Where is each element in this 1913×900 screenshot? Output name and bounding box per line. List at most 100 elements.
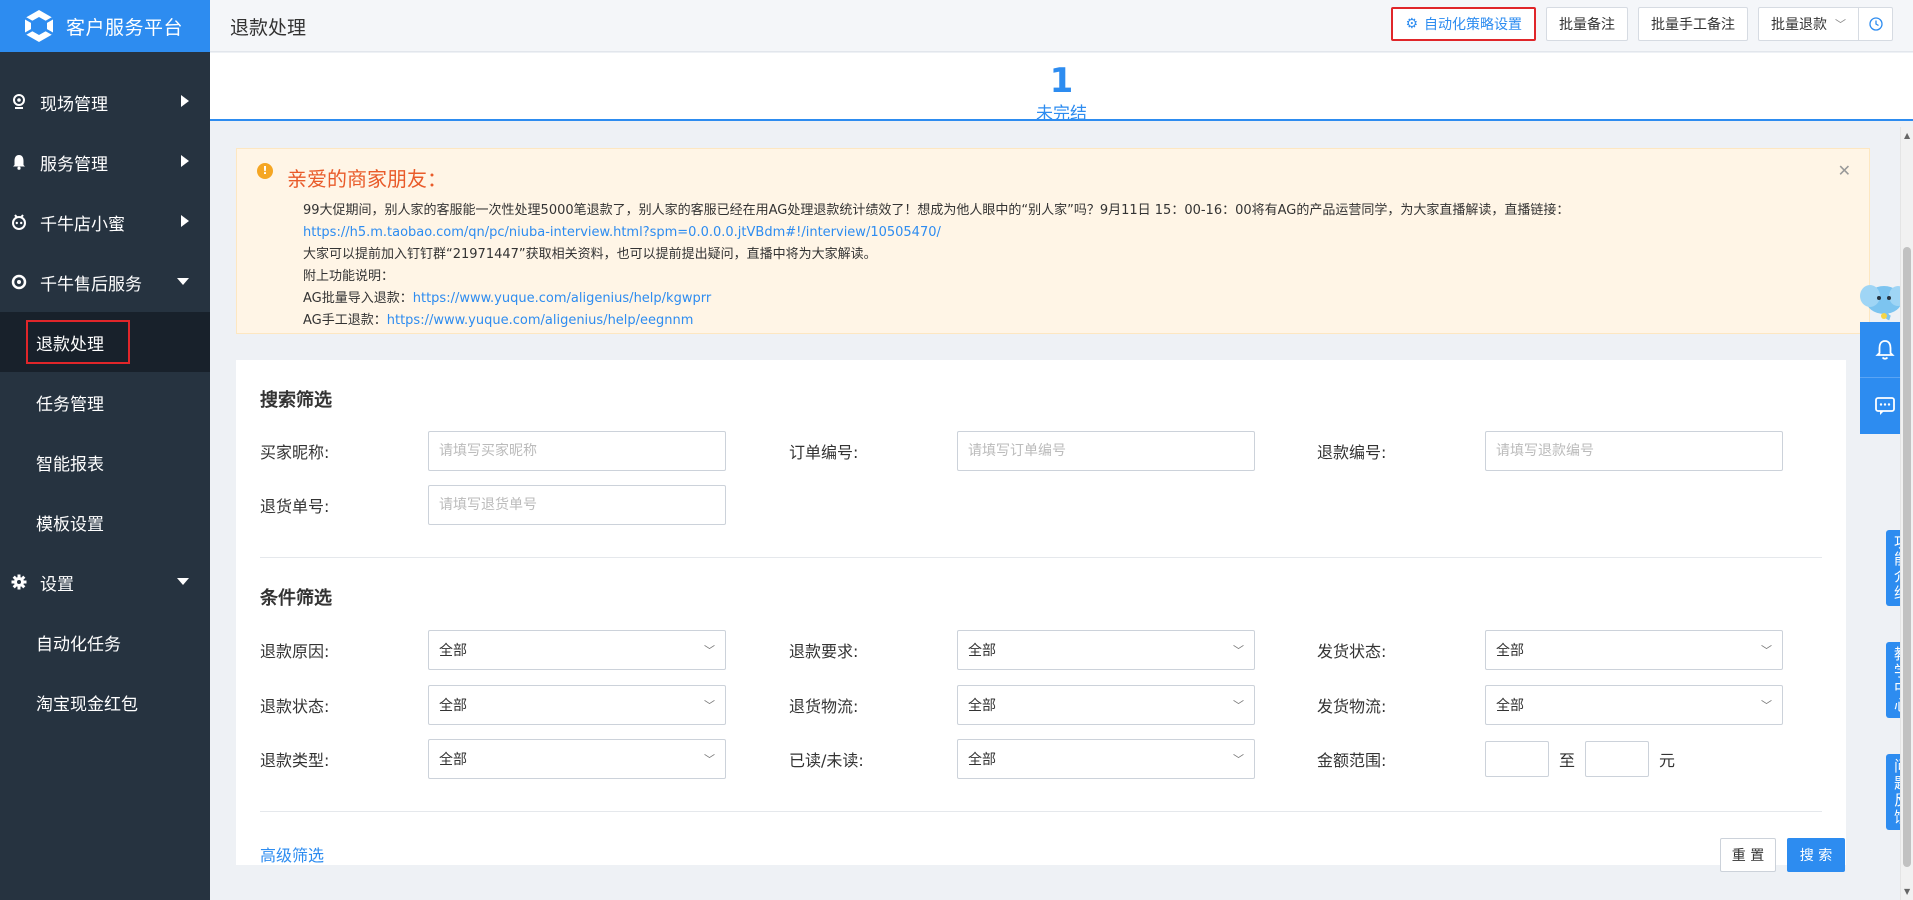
stat-unfinished[interactable]: 1 未完结 xyxy=(210,53,1913,123)
sidebar: 客户服务平台 现场管理 服务管理 千牛店小蜜 千牛售后服务 退款处理 任务管理 xyxy=(0,0,210,900)
scrollbar[interactable]: ▲ ▼ xyxy=(1900,127,1913,900)
chevron-down-icon: ﹀ xyxy=(1761,699,1772,712)
notice-line: 99大促期间，别人家的客服能一次性处理5000笔退款了，别人家的客服已经在用AG… xyxy=(303,203,1570,218)
batch-note-button[interactable]: 批量备注 xyxy=(1546,7,1628,41)
batch-manual-note-label: 批量手工备注 xyxy=(1651,17,1735,33)
sidebar-group-label: 千牛售后服务 xyxy=(40,274,142,295)
notice-line: AG手工退款：https://www.yuque.com/aligenius/h… xyxy=(303,310,1849,332)
amount-max-input[interactable] xyxy=(1585,741,1650,777)
read-status-field: 已读/未读: 全部 ﹀ xyxy=(789,739,1255,779)
notice-line: AG批量导入退款：https://www.yuque.com/aligenius… xyxy=(303,288,1849,310)
auto-strategy-button[interactable]: ⚙ 自动化策略设置 xyxy=(1391,7,1536,41)
batch-refund-dropdown[interactable]: 批量退款 ﹀ xyxy=(1758,7,1859,41)
batch-manual-note-button[interactable]: 批量手工备注 xyxy=(1638,7,1748,41)
buyer-input[interactable] xyxy=(428,431,726,471)
top-bar: 退款处理 ⚙ 自动化策略设置 批量备注 批量手工备注 批量退款 ﹀ xyxy=(210,0,1913,52)
auto-strategy-label: 自动化策略设置 xyxy=(1424,17,1522,33)
sidebar-group-service[interactable]: 服务管理 xyxy=(0,132,210,192)
sidebar-group-label: 设置 xyxy=(40,574,74,595)
select-value: 全部 xyxy=(968,698,996,714)
doc-link-import[interactable]: https://www.yuque.com/aligenius/help/kgw… xyxy=(413,291,711,306)
chevron-down-icon: ﹀ xyxy=(704,753,715,766)
refund-no-field: 退款编号: xyxy=(1317,431,1783,471)
status-tabs: 1 未完结 xyxy=(210,53,1913,123)
notice-heading: 亲爱的商家朋友： xyxy=(287,167,447,191)
settings-icon: ⚙ xyxy=(1405,16,1418,32)
scroll-up-icon[interactable]: ▲ xyxy=(1904,131,1910,140)
reset-button[interactable]: 重 置 xyxy=(1720,838,1776,872)
sidebar-item-refund[interactable]: 退款处理 xyxy=(0,312,210,372)
highlight-box xyxy=(26,320,130,364)
shield-icon xyxy=(10,273,28,291)
bell-icon xyxy=(1875,339,1895,360)
history-button[interactable] xyxy=(1859,7,1893,41)
return-no-label: 退货单号: xyxy=(260,497,330,516)
ship-logistics-select[interactable]: 全部 ﹀ xyxy=(1485,685,1783,725)
read-status-label: 已读/未读: xyxy=(789,751,864,770)
select-value: 全部 xyxy=(439,698,467,714)
live-link[interactable]: https://h5.m.taobao.com/qn/pc/niuba-inte… xyxy=(303,225,941,240)
sidebar-item-label: 智能报表 xyxy=(36,454,104,475)
refund-status-select[interactable]: 全部 ﹀ xyxy=(428,685,726,725)
location-icon xyxy=(10,93,28,111)
brand-header[interactable]: 客户服务平台 xyxy=(0,0,210,52)
sidebar-item-templates[interactable]: 模板设置 xyxy=(0,492,210,552)
refund-type-select[interactable]: 全部 ﹀ xyxy=(428,739,726,779)
return-logistics-select[interactable]: 全部 ﹀ xyxy=(957,685,1255,725)
refund-reason-select[interactable]: 全部 ﹀ xyxy=(428,630,726,670)
sidebar-group-onsite[interactable]: 现场管理 xyxy=(0,72,210,132)
refund-request-select[interactable]: 全部 ﹀ xyxy=(957,630,1255,670)
sidebar-item-label: 任务管理 xyxy=(36,394,104,415)
sidebar-group-aftersale[interactable]: 千牛售后服务 xyxy=(0,252,210,312)
scroll-down-icon[interactable]: ▼ xyxy=(1904,887,1910,896)
ship-status-select[interactable]: 全部 ﹀ xyxy=(1485,630,1783,670)
batch-note-label: 批量备注 xyxy=(1559,17,1615,33)
warning-icon: ! xyxy=(257,163,273,179)
toolbar: ⚙ 自动化策略设置 批量备注 批量手工备注 批量退款 ﹀ xyxy=(1391,7,1893,41)
buyer-label: 买家昵称: xyxy=(260,443,330,462)
read-status-select[interactable]: 全部 ﹀ xyxy=(957,739,1255,779)
refund-reason-field: 退款原因: 全部 ﹀ xyxy=(260,630,726,670)
refund-status-field: 退款状态: 全部 ﹀ xyxy=(260,685,726,725)
notice-banner: ! ✕ 亲爱的商家朋友： 99大促期间，别人家的客服能一次性处理5000笔退款了… xyxy=(236,148,1870,334)
sidebar-group-label: 服务管理 xyxy=(40,154,108,175)
condition-section-title: 条件筛选 xyxy=(260,588,332,609)
sidebar-item-redpacket[interactable]: 淘宝现金红包 xyxy=(0,672,210,732)
sidebar-group-assistant[interactable]: 千牛店小蜜 xyxy=(0,192,210,252)
select-value: 全部 xyxy=(439,643,467,659)
amount-range-field: 金额范围: 至 元 xyxy=(1317,741,1685,777)
sidebar-item-reports[interactable]: 智能报表 xyxy=(0,432,210,492)
scroll-thumb[interactable] xyxy=(1903,247,1911,867)
sidebar-item-automation[interactable]: 自动化任务 xyxy=(0,612,210,672)
gear-icon xyxy=(10,573,28,591)
doc-link-manual[interactable]: https://www.yuque.com/aligenius/help/eeg… xyxy=(387,313,694,328)
robot-icon xyxy=(10,213,28,231)
sidebar-group-settings[interactable]: 设置 xyxy=(0,552,210,612)
search-button[interactable]: 搜 索 xyxy=(1787,838,1845,872)
close-icon[interactable]: ✕ xyxy=(1838,161,1851,180)
clock-icon xyxy=(1868,17,1883,31)
buyer-field: 买家昵称: xyxy=(260,431,726,471)
app-logo-icon xyxy=(24,10,54,42)
chevron-down-icon: ﹀ xyxy=(704,699,715,712)
sidebar-nav: 现场管理 服务管理 千牛店小蜜 千牛售后服务 退款处理 任务管理 智能报表 模板… xyxy=(0,72,210,732)
refund-reason-label: 退款原因: xyxy=(260,642,330,661)
sidebar-item-tasks[interactable]: 任务管理 xyxy=(0,372,210,432)
refund-request-field: 退款要求: 全部 ﹀ xyxy=(789,630,1255,670)
chevron-down-icon: ﹀ xyxy=(1761,644,1772,657)
chevron-down-icon: ﹀ xyxy=(704,644,715,657)
refund-no-label: 退款编号: xyxy=(1317,443,1387,462)
refund-no-input[interactable] xyxy=(1485,431,1783,471)
notice-prefix: AG批量导入退款： xyxy=(303,291,413,306)
return-no-input[interactable] xyxy=(428,485,726,525)
refund-status-label: 退款状态: xyxy=(260,697,330,716)
order-input[interactable] xyxy=(957,431,1255,471)
chevron-down-icon: ﹀ xyxy=(1233,699,1244,712)
range-separator: 至 xyxy=(1559,751,1576,770)
return-logistics-field: 退货物流: 全部 ﹀ xyxy=(789,685,1255,725)
section-divider xyxy=(260,811,1822,812)
advanced-filter-link[interactable]: 高级筛选 xyxy=(260,842,324,866)
amount-min-input[interactable] xyxy=(1485,741,1549,777)
filter-card: 搜索筛选 买家昵称: 订单编号: 退款编号: 退货单号: 条件筛选 退款原因: … xyxy=(236,360,1846,872)
batch-refund-group: 批量退款 ﹀ xyxy=(1758,7,1893,41)
